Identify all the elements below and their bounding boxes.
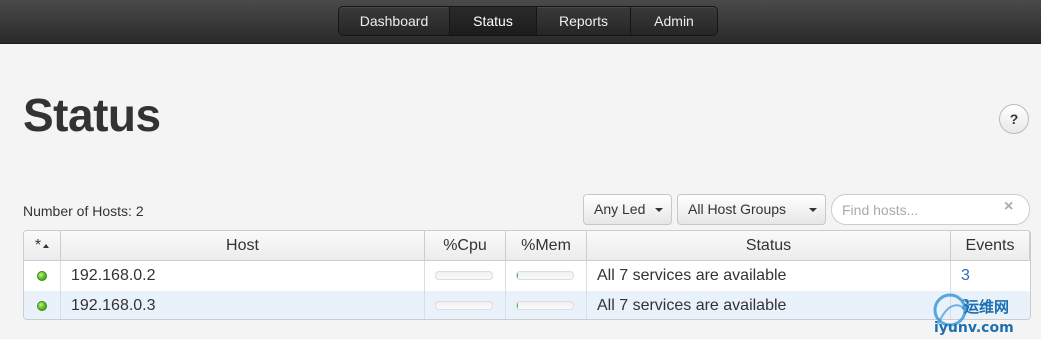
col-status-header[interactable]: Status — [587, 231, 951, 261]
mem-bar-fill — [517, 272, 519, 279]
table-row[interactable]: 192.168.0.2 All 7 services are available… — [24, 261, 1030, 291]
help-button[interactable]: ? — [999, 104, 1029, 134]
cpu-bar — [435, 271, 493, 280]
mem-bar-fill — [517, 302, 519, 309]
led-filter-label: Any Led — [594, 201, 646, 217]
col-mem-header[interactable]: %Mem — [506, 231, 587, 261]
top-navbar: Dashboard Status Reports Admin — [0, 0, 1041, 44]
led-filter-dropdown[interactable]: Any Led — [583, 194, 672, 225]
main-nav: Dashboard Status Reports Admin — [338, 6, 718, 36]
mem-bar — [516, 301, 574, 310]
col-host-header[interactable]: Host — [61, 231, 425, 261]
table-header: * Host %Cpu %Mem Status Events — [24, 231, 1030, 261]
nav-admin[interactable]: Admin — [631, 7, 717, 35]
col-led-header[interactable]: * — [24, 231, 61, 261]
watermark-text-en: iyunv.com — [934, 320, 1014, 336]
hosts-count: Number of Hosts: 2 — [23, 203, 144, 219]
nav-status[interactable]: Status — [450, 7, 537, 35]
status-led-icon — [37, 301, 47, 311]
events-link[interactable]: 3 — [961, 267, 970, 284]
host-status: All 7 services are available — [587, 261, 951, 291]
watermark-text-cn: 运维网 — [964, 298, 1009, 316]
search-input[interactable] — [842, 200, 1002, 220]
nav-reports[interactable]: Reports — [537, 7, 631, 35]
page-title: Status — [23, 89, 161, 141]
col-events-header[interactable]: Events — [951, 231, 1030, 261]
host-status: All 7 services are available — [587, 291, 951, 319]
nav-dashboard[interactable]: Dashboard — [339, 7, 450, 35]
clear-search-icon[interactable]: × — [1004, 198, 1013, 216]
mem-bar — [516, 271, 574, 280]
status-led-icon — [37, 271, 47, 281]
table-row[interactable]: 192.168.0.3 All 7 services are available… — [24, 291, 1030, 319]
host-name[interactable]: 192.168.0.3 — [61, 291, 425, 319]
host-group-label: All Host Groups — [688, 201, 787, 217]
host-group-dropdown[interactable]: All Host Groups — [677, 194, 826, 225]
chevron-down-icon — [655, 208, 663, 212]
cpu-bar — [435, 301, 493, 310]
watermark-logo: 运维网 iyunv.com — [933, 293, 1014, 336]
col-cpu-header[interactable]: %Cpu — [425, 231, 506, 261]
sort-asc-icon — [43, 243, 50, 248]
hosts-table: * Host %Cpu %Mem Status Events 192.168.0… — [23, 230, 1031, 320]
chevron-down-icon — [809, 208, 817, 212]
host-search: × — [831, 194, 1030, 225]
host-name[interactable]: 192.168.0.2 — [61, 261, 425, 291]
